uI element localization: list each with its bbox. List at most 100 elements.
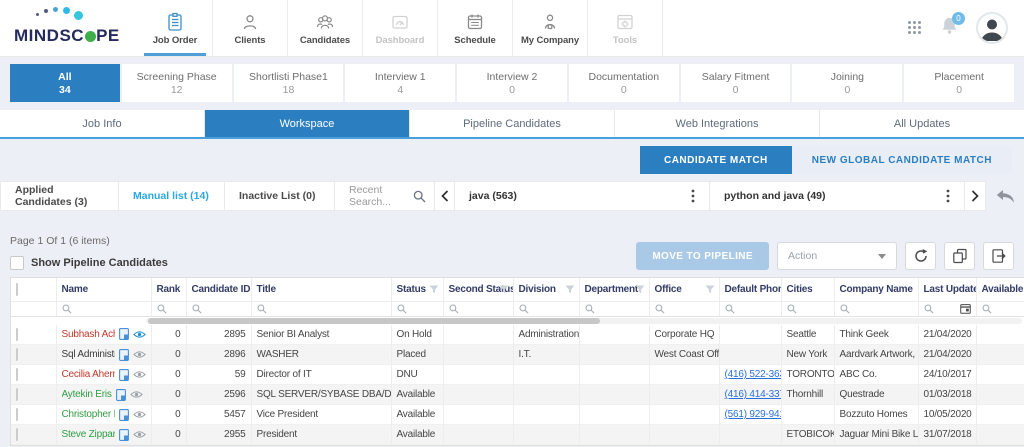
select-all-checkbox[interactable] xyxy=(16,283,18,296)
filter-cell-candidate-id[interactable] xyxy=(186,301,251,316)
stage-tab-salary-fitment[interactable]: Salary Fitment0 xyxy=(681,64,791,102)
column-header-name[interactable]: Name xyxy=(56,278,151,301)
filter-funnel-icon[interactable] xyxy=(705,285,715,297)
candidate-name-link[interactable]: Aytekin Eris xyxy=(62,389,112,400)
kebab-menu-icon[interactable] xyxy=(691,189,695,203)
tab-web-integrations[interactable]: Web Integrations xyxy=(615,110,820,137)
saved-search-python-and-java[interactable]: python and java (49) xyxy=(710,182,965,210)
column-header-division[interactable]: Division xyxy=(513,278,579,301)
scrollbar-thumb[interactable] xyxy=(148,318,600,324)
export-button[interactable] xyxy=(983,242,1014,270)
applied-candidates-list[interactable]: Applied Candidates (3) xyxy=(1,182,119,210)
eye-preview-icon[interactable] xyxy=(130,390,143,399)
filter-cell-status[interactable] xyxy=(391,301,443,316)
user-avatar[interactable] xyxy=(976,12,1008,44)
notifications-button[interactable]: 0 xyxy=(940,16,959,40)
horizontal-scrollbar[interactable] xyxy=(146,318,1022,324)
eye-preview-icon[interactable] xyxy=(133,350,146,359)
resume-doc-icon[interactable] xyxy=(119,349,129,361)
column-header-default-phone[interactable]: Default Phone xyxy=(719,278,781,301)
table-row[interactable]: Sql Administrator 0 2896 WASHER Placed I… xyxy=(11,345,1024,365)
app-logo[interactable]: MINDSCPE xyxy=(0,0,138,56)
table-row[interactable]: Christopher Riley 0 5457 Vice President … xyxy=(11,405,1024,425)
stage-tab-interview-1[interactable]: Interview 14 xyxy=(345,64,455,102)
resume-doc-icon[interactable] xyxy=(119,429,129,441)
table-row[interactable]: Cecilia Ahern 0 59 Director of IT DNU (4… xyxy=(11,365,1024,385)
column-header-office[interactable]: Office xyxy=(649,278,719,301)
filter-cell-division[interactable] xyxy=(513,301,579,316)
eye-preview-icon[interactable] xyxy=(133,430,146,439)
resume-doc-icon[interactable] xyxy=(119,328,129,340)
calendar-picker-icon[interactable] xyxy=(960,303,971,314)
tab-pipeline-candidates[interactable]: Pipeline Candidates xyxy=(410,110,615,137)
filter-cell-second-status[interactable] xyxy=(443,301,513,316)
stage-tab-placement[interactable]: Placement0 xyxy=(904,64,1014,102)
column-header-last-update[interactable]: Last Update xyxy=(918,278,976,301)
row-checkbox[interactable] xyxy=(16,348,18,361)
tab-workspace[interactable]: Workspace xyxy=(205,110,410,137)
column-header-department[interactable]: Department xyxy=(579,278,649,301)
stage-tab-joining[interactable]: Joining0 xyxy=(792,64,902,102)
candidate-name-link[interactable]: Steve Zipparro xyxy=(62,429,115,440)
refresh-button[interactable] xyxy=(905,242,936,270)
stage-tab-shortlist-phase1[interactable]: Shortlisti Phase118 xyxy=(234,64,344,102)
phone-link[interactable]: (416) 522-3636 xyxy=(725,369,782,380)
saved-search-next-button[interactable] xyxy=(965,182,985,210)
phone-link[interactable]: (416) 414-3379 xyxy=(725,389,782,400)
table-row[interactable]: Steve Zipparro 0 2955 President Availabl… xyxy=(11,425,1024,445)
tab-all-updates[interactable]: All Updates xyxy=(820,110,1024,137)
filter-cell-department[interactable] xyxy=(579,301,649,316)
apps-grid-icon[interactable] xyxy=(908,21,923,36)
candidate-name-link[interactable]: Christopher Riley xyxy=(62,409,115,420)
inactive-list[interactable]: Inactive List (0) xyxy=(225,182,335,210)
row-checkbox[interactable] xyxy=(16,368,18,381)
column-header-cities[interactable]: Cities xyxy=(781,278,834,301)
nav-job-order[interactable]: Job Order xyxy=(138,0,213,56)
filter-cell-last-update[interactable] xyxy=(918,301,976,316)
candidate-match-button[interactable]: CANDIDATE MATCH xyxy=(640,146,792,174)
eye-preview-icon[interactable] xyxy=(133,370,146,379)
row-checkbox[interactable] xyxy=(16,328,18,341)
nav-clients[interactable]: Clients xyxy=(213,0,288,56)
stage-tab-all[interactable]: All34 xyxy=(10,64,120,102)
column-header-status[interactable]: Status xyxy=(391,278,443,301)
filter-cell-name[interactable] xyxy=(56,301,151,316)
kebab-menu-icon[interactable] xyxy=(946,189,950,203)
eye-preview-icon[interactable] xyxy=(133,330,146,339)
saved-search-prev-button[interactable] xyxy=(435,182,455,210)
move-to-pipeline-button[interactable]: MOVE TO PIPELINE xyxy=(636,242,769,270)
undo-button[interactable] xyxy=(995,189,1016,204)
table-row[interactable]: Subhash Acharya 0 2895 Senior BI Analyst… xyxy=(11,325,1024,345)
tab-job-info[interactable]: Job Info xyxy=(0,110,205,137)
filter-funnel-icon[interactable] xyxy=(635,285,645,297)
saved-search-java[interactable]: java (563) xyxy=(455,182,710,210)
filter-cell-company-name[interactable] xyxy=(834,301,918,316)
copy-grid-button[interactable] xyxy=(944,242,975,270)
filter-cell-default-phone[interactable] xyxy=(719,301,781,316)
column-header-rank[interactable]: Rank xyxy=(151,278,186,301)
filter-cell-rank[interactable] xyxy=(151,301,186,316)
column-header-title[interactable]: Title xyxy=(251,278,391,301)
manual-list[interactable]: Manual list (14) xyxy=(119,182,225,210)
stage-tab-screening-phase[interactable]: Screening Phase12 xyxy=(122,64,232,102)
show-pipeline-checkbox[interactable] xyxy=(10,256,24,270)
filter-funnel-icon[interactable] xyxy=(499,285,509,297)
search-icon[interactable] xyxy=(413,190,426,203)
filter-funnel-icon[interactable] xyxy=(565,285,575,297)
candidate-name-link[interactable]: Subhash Acharya xyxy=(62,329,115,340)
filter-cell-cities[interactable] xyxy=(781,301,834,316)
stage-tab-interview-2[interactable]: Interview 20 xyxy=(457,64,567,102)
recent-search-input[interactable]: Recent Search... xyxy=(335,182,435,210)
candidate-name-link[interactable]: Cecilia Ahern xyxy=(62,369,115,380)
resume-doc-icon[interactable] xyxy=(119,409,129,421)
column-header-company-name[interactable]: Company Name xyxy=(834,278,918,301)
row-checkbox[interactable] xyxy=(16,388,18,401)
candidate-name-link[interactable]: Sql Administrator xyxy=(62,349,115,360)
row-checkbox[interactable] xyxy=(16,408,18,421)
row-checkbox[interactable] xyxy=(16,428,18,441)
resume-doc-icon[interactable] xyxy=(119,369,129,381)
nav-schedule[interactable]: Schedule xyxy=(438,0,513,56)
filter-cell-available[interactable] xyxy=(976,301,1024,316)
resume-doc-icon[interactable] xyxy=(116,389,126,401)
column-header-available[interactable]: Available xyxy=(976,278,1024,301)
